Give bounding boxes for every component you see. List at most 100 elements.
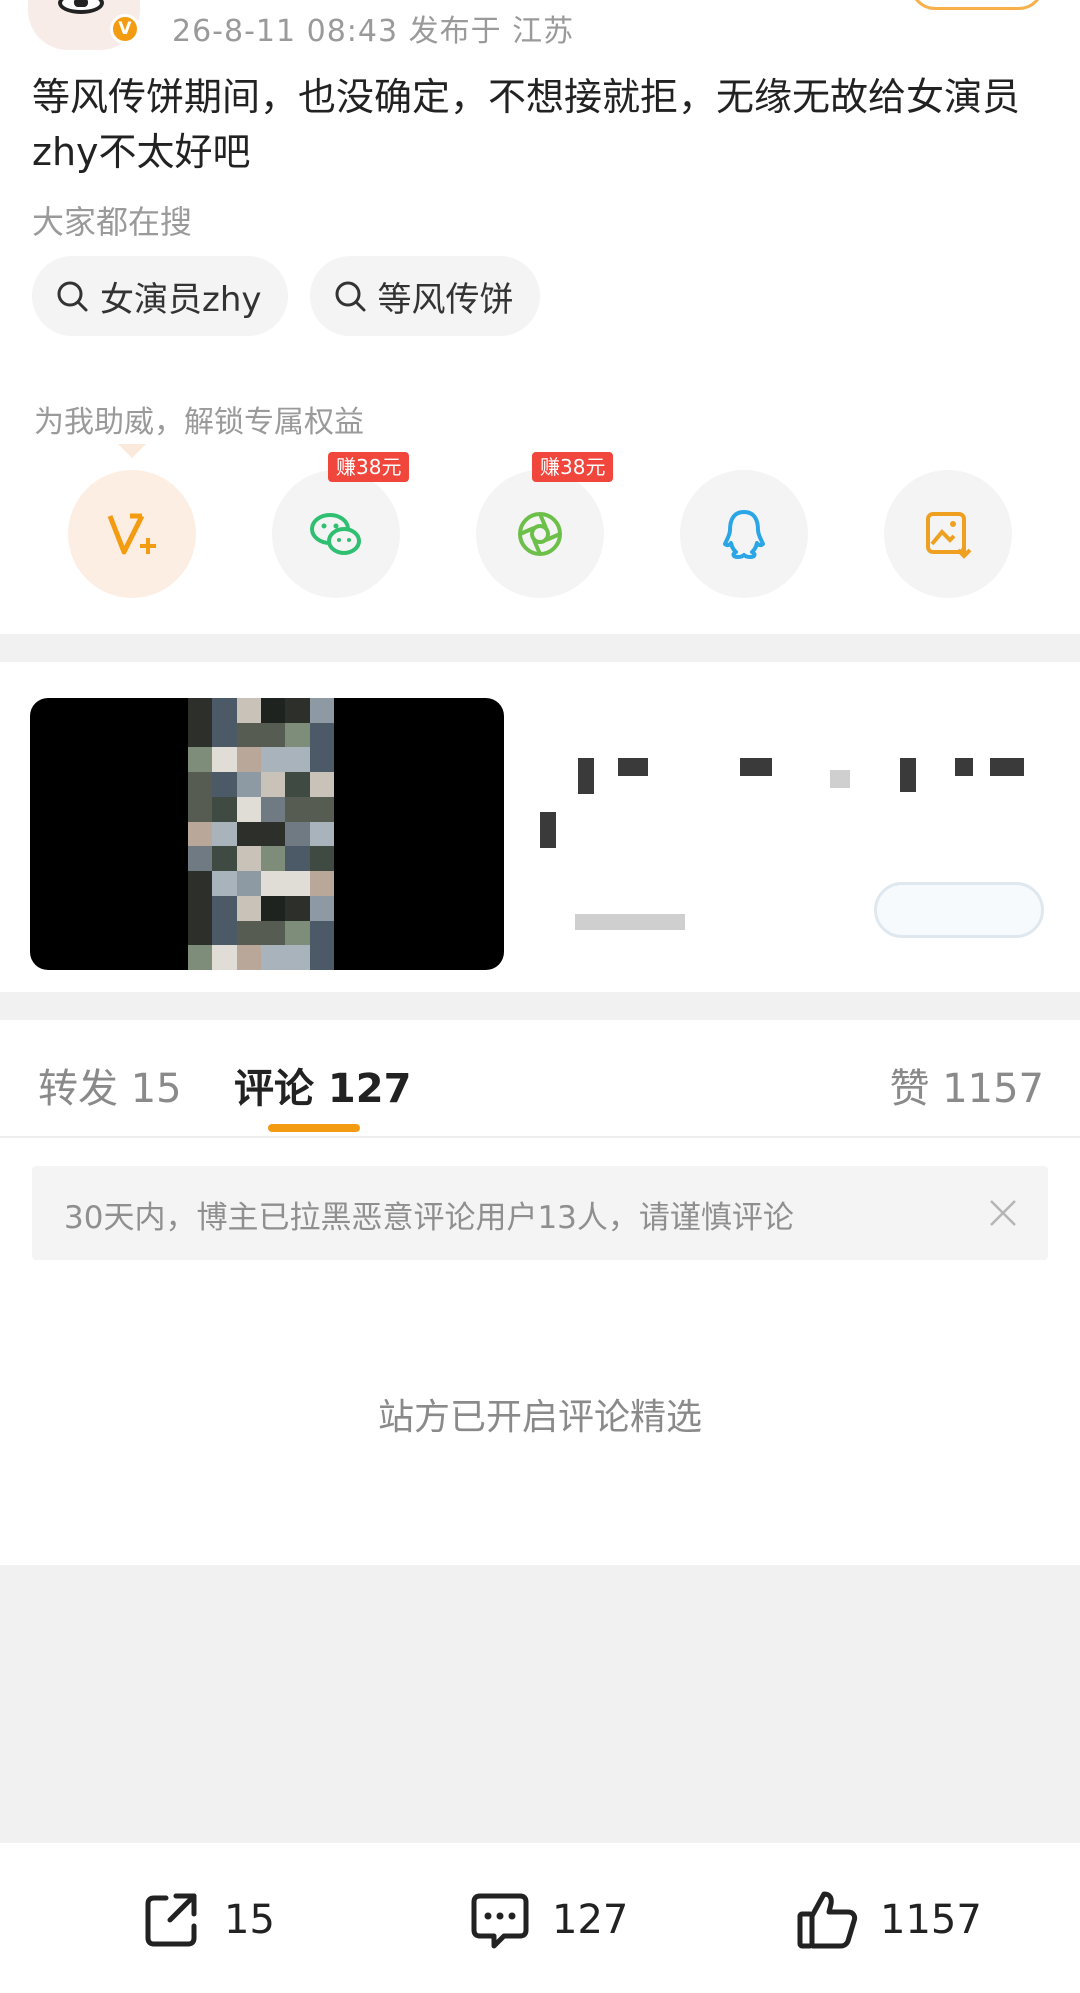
thumbs-up-icon	[797, 1891, 858, 1949]
mosaic-pixel	[309, 747, 334, 773]
mosaic-pixel	[309, 821, 334, 847]
mosaic-pixel	[236, 698, 261, 723]
mosaic-pixel	[236, 796, 261, 822]
mosaic-pixel	[212, 895, 237, 921]
mosaic-pixel	[236, 722, 261, 748]
blurred-text	[618, 758, 648, 776]
mosaic-pixel	[188, 920, 213, 946]
moments-icon	[518, 512, 562, 556]
vip-plus-button[interactable]	[68, 470, 196, 598]
original-post-card[interactable]	[0, 662, 1080, 992]
save-image-icon	[926, 512, 972, 559]
mosaic-pixel	[212, 796, 237, 822]
mosaic-pixel	[188, 821, 213, 847]
earn-tag: 赚38元	[532, 452, 614, 482]
close-icon[interactable]	[986, 1196, 1020, 1230]
mosaic-pixel	[188, 698, 213, 723]
mosaic-pixel	[285, 722, 310, 748]
empty-area	[0, 1565, 1080, 1843]
mosaic-pixel	[285, 945, 310, 970]
comment-icon	[471, 1893, 529, 1949]
moments-share-button[interactable]	[476, 470, 604, 598]
hot-search-chip-label: 等风传饼	[377, 279, 514, 320]
mosaic-pixel	[309, 796, 334, 822]
comment-count: 127	[552, 1897, 629, 1943]
mosaic-pixel	[309, 846, 334, 872]
mosaic-pixel	[236, 772, 261, 797]
blurred-text	[830, 770, 850, 788]
blurred-follow-chip	[874, 882, 1044, 938]
tab-like[interactable]: 赞 1157	[889, 1056, 1044, 1114]
search-icon	[57, 281, 88, 312]
verified-badge-icon: V	[110, 14, 140, 44]
vip-plus-icon	[107, 513, 156, 555]
mosaic-pixel	[285, 846, 310, 872]
mosaic-pixel	[309, 945, 334, 970]
mosaic-pixel	[188, 772, 213, 797]
redacted-image	[30, 698, 504, 970]
mosaic-pixel	[285, 747, 310, 773]
active-tab-indicator	[268, 1124, 360, 1132]
comment-notice: 30天内，博主已拉黑恶意评论用户13人，请谨慎评论	[32, 1166, 1048, 1260]
mosaic-pixel	[261, 722, 286, 748]
mosaic-pixel	[212, 821, 237, 847]
mosaic-pixel	[261, 772, 286, 797]
section-divider	[0, 634, 1080, 662]
avatar-eye	[74, 0, 88, 7]
mosaic-pixel	[188, 796, 213, 822]
hot-search-chip-label: 女演员zhy	[100, 279, 262, 320]
blurred-text	[575, 914, 685, 930]
mosaic-pixel	[236, 871, 261, 896]
mosaic-pixel	[285, 920, 310, 946]
mosaic-pixel	[285, 895, 310, 921]
mosaic-pixel	[188, 895, 213, 921]
tab-repost[interactable]: 转发 15	[38, 1056, 182, 1114]
mosaic-pixel	[309, 772, 334, 797]
mosaic-pixel	[309, 722, 334, 748]
repost-count: 15	[224, 1897, 275, 1943]
mosaic-pixel	[261, 796, 286, 822]
post-meta: 26-8-11 08:43 发布于 江苏	[172, 14, 575, 49]
mosaic-pixel	[188, 846, 213, 872]
wechat-icon	[310, 513, 361, 555]
mosaic-pixel	[236, 846, 261, 872]
mosaic-pixel	[261, 895, 286, 921]
repost-button[interactable]: 15	[138, 1885, 275, 1955]
hot-search-chip[interactable]: 等风传饼	[309, 256, 540, 336]
mosaic-pixel	[261, 846, 286, 872]
mosaic-pixel	[212, 772, 237, 797]
mosaic-pixel	[309, 871, 334, 896]
mosaic-pixel	[309, 920, 334, 946]
hot-search-chip[interactable]: 女演员zhy	[32, 256, 288, 336]
mosaic-pixel	[236, 747, 261, 773]
qq-share-button[interactable]	[680, 470, 808, 598]
mosaic-pixel	[212, 920, 237, 946]
bottom-action-bar: 15 127 1157	[0, 1843, 1080, 1993]
like-count: 1157	[880, 1897, 982, 1943]
mosaic-pixel	[285, 871, 310, 896]
mosaic-pixel	[261, 747, 286, 773]
repost-icon	[145, 1893, 197, 1947]
comment-button[interactable]: 127	[466, 1885, 628, 1955]
blurred-text	[955, 758, 973, 776]
like-button[interactable]: 1157	[794, 1885, 982, 1955]
curated-comments-text: 站方已开启评论精选	[377, 1397, 702, 1438]
support-pointer	[118, 444, 146, 458]
wechat-share-button[interactable]	[272, 470, 400, 598]
mosaic-pixel	[236, 945, 261, 970]
qq-icon	[723, 510, 765, 559]
blurred-text	[540, 812, 556, 848]
post-header: V 26-8-11 08:43 发布于 江苏	[0, 0, 1080, 60]
mosaic-pixel	[188, 722, 213, 748]
save-image-button[interactable]	[884, 470, 1012, 598]
mosaic-pixel	[285, 698, 310, 723]
mosaic-pixel	[285, 821, 310, 847]
mosaic-pixel	[236, 821, 261, 847]
post-text: 等风传饼期间，也没确定，不想接就拒，无缘无故给女演员zhy不太好吧	[32, 75, 1021, 174]
mosaic-pixel	[261, 945, 286, 970]
mosaic-pixel	[261, 920, 286, 946]
tab-comment[interactable]: 评论 127	[234, 1056, 411, 1114]
hot-search-label: 大家都在搜	[32, 203, 193, 241]
follow-button[interactable]	[910, 0, 1044, 10]
mosaic-pixel	[212, 846, 237, 872]
